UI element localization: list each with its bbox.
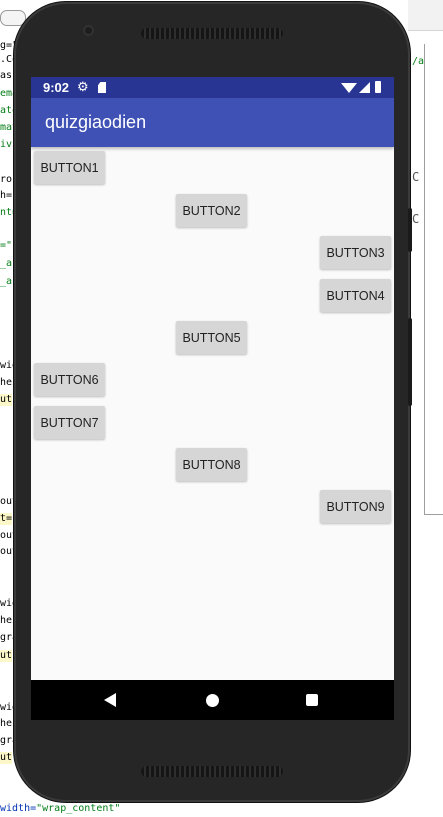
gear-icon: ⚙ bbox=[77, 79, 89, 94]
bottom-speaker-grille bbox=[141, 766, 283, 777]
wifi-icon bbox=[341, 83, 357, 93]
status-bar: 9:02 ⚙ bbox=[31, 77, 394, 98]
app-title: quizgiaodien bbox=[45, 112, 147, 132]
ide-code-fragment: ut bbox=[0, 394, 13, 406]
ide-tab-control[interactable] bbox=[0, 10, 26, 26]
battery-icon bbox=[375, 81, 381, 93]
app-bar: quizgiaodien bbox=[31, 98, 394, 147]
sd-card-icon bbox=[98, 82, 106, 93]
front-camera-icon bbox=[83, 25, 94, 36]
ide-attribute-name: width= bbox=[0, 803, 37, 814]
button1[interactable]: BUTTON1 bbox=[34, 151, 105, 184]
back-icon[interactable] bbox=[104, 693, 116, 707]
status-time: 9:02 bbox=[43, 80, 70, 95]
home-icon[interactable] bbox=[206, 694, 219, 707]
ide-code-fragment: C bbox=[412, 212, 420, 226]
content-area: BUTTON1 BUTTON2 BUTTON3 BUTTON4 BUTTON5 … bbox=[31, 147, 394, 680]
button5[interactable]: BUTTON5 bbox=[176, 321, 247, 354]
volume-button[interactable] bbox=[408, 208, 412, 252]
ide-code-fragment: as bbox=[0, 70, 13, 81]
ide-code-fragment: C bbox=[412, 170, 420, 184]
device-screen: 9:02 ⚙ quizgiaodien BUTTON1 BUTTON2 BUTT… bbox=[31, 77, 394, 720]
ide-code-fragment: _a bbox=[0, 258, 13, 269]
ide-code-fragment: t= bbox=[0, 513, 13, 525]
ide-code-fragment: ut bbox=[0, 650, 13, 662]
ide-code-fragment: ut bbox=[0, 752, 13, 764]
top-speaker-grille bbox=[141, 28, 283, 39]
ide-editor-right-strip: /a C C bbox=[408, 0, 443, 817]
ide-code-line: width="wrap_content" bbox=[0, 800, 443, 817]
navigation-bar bbox=[31, 680, 394, 720]
button4[interactable]: BUTTON4 bbox=[320, 279, 391, 312]
ide-toolbar bbox=[408, 0, 443, 31]
recents-icon[interactable] bbox=[306, 694, 318, 706]
ide-code-fragment: h= bbox=[0, 190, 13, 201]
button6[interactable]: BUTTON6 bbox=[34, 363, 105, 396]
signal-icon bbox=[359, 82, 370, 93]
button7[interactable]: BUTTON7 bbox=[34, 406, 105, 439]
button9[interactable]: BUTTON9 bbox=[320, 490, 391, 523]
ide-code-fragment: =" bbox=[0, 240, 13, 251]
button2[interactable]: BUTTON2 bbox=[176, 194, 247, 227]
ide-code-fragment: _a bbox=[0, 276, 13, 287]
button8[interactable]: BUTTON8 bbox=[176, 448, 247, 481]
button3[interactable]: BUTTON3 bbox=[320, 236, 391, 269]
ide-code-fragment: /a bbox=[412, 56, 425, 67]
power-button[interactable] bbox=[408, 318, 412, 406]
ide-attribute-value: "wrap_content" bbox=[36, 803, 121, 814]
ide-preview-panel bbox=[424, 44, 443, 515]
